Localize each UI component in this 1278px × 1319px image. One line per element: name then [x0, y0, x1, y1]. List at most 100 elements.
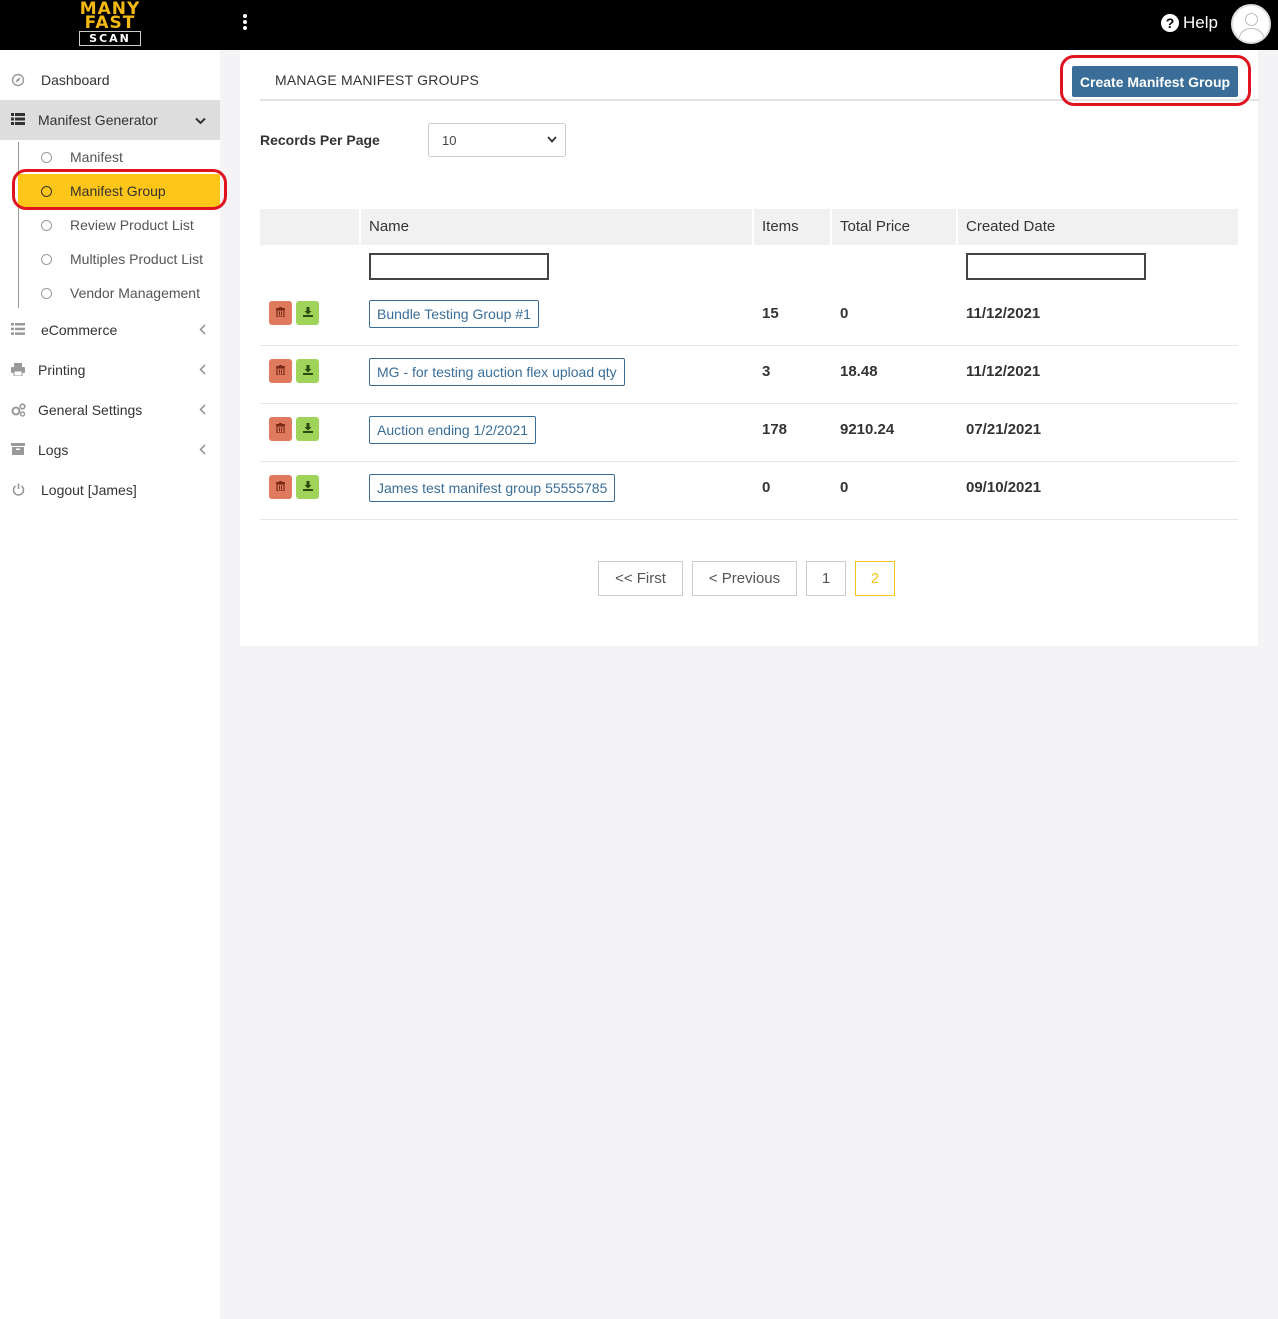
- sidebar-item-label: Printing: [38, 362, 86, 378]
- column-header-created-date[interactable]: Created Date: [966, 209, 1055, 245]
- sidebar-item-dashboard[interactable]: Dashboard: [0, 60, 220, 100]
- column-separator: [359, 209, 361, 245]
- power-icon: [11, 483, 25, 497]
- chevron-left-icon: [199, 402, 206, 418]
- sidebar-subitem-vendor-management[interactable]: Vendor Management: [20, 276, 220, 310]
- manifest-group-link[interactable]: Auction ending 1/2/2021: [369, 416, 537, 444]
- sidebar-item-manifest-generator[interactable]: Manifest Generator: [0, 100, 220, 140]
- sidebar-item-general-settings[interactable]: General Settings: [0, 390, 220, 430]
- divider: [260, 99, 1260, 101]
- sidebar-item-printing[interactable]: Printing: [0, 350, 220, 390]
- pagination-previous[interactable]: < Previous: [692, 561, 797, 596]
- records-per-page-select[interactable]: 10: [428, 123, 566, 157]
- total-price-cell: 18.48: [840, 363, 878, 380]
- delete-button[interactable]: [269, 301, 292, 325]
- chevron-left-icon: [199, 362, 206, 378]
- chevron-down-icon: [547, 134, 557, 146]
- download-button[interactable]: [296, 301, 319, 325]
- sidebar-subitem-label: Manifest: [70, 149, 123, 165]
- column-header-name[interactable]: Name: [369, 209, 409, 245]
- sidebar-subitem-label: Vendor Management: [70, 285, 200, 301]
- column-header-items[interactable]: Items: [762, 209, 799, 245]
- chevron-left-icon: [199, 442, 206, 458]
- download-button[interactable]: [296, 475, 319, 499]
- circle-icon: [41, 287, 52, 299]
- sidebar-item-label: Dashboard: [41, 72, 110, 88]
- sidebar-subitem-label: Manifest Group: [70, 183, 166, 199]
- total-price-cell: 0: [840, 479, 849, 496]
- help-label: Help: [1183, 13, 1218, 32]
- records-per-page-value: 10: [442, 132, 457, 148]
- sidebar-subitem-multiples-product-list[interactable]: Multiples Product List: [20, 242, 220, 276]
- delete-button[interactable]: [269, 475, 292, 499]
- sidebar: Dashboard Manifest Generator Manifest Ma…: [0, 50, 220, 1319]
- sidebar-item-logs[interactable]: Logs: [0, 430, 220, 470]
- avatar[interactable]: [1231, 4, 1271, 44]
- table-header: Name Items Total Price Created Date: [260, 209, 1238, 245]
- page-title: MANAGE MANIFEST GROUPS: [275, 72, 480, 88]
- table-row: Bundle Testing Group #1 15 0 11/12/2021: [260, 288, 1238, 346]
- logo-line-3: SCAN: [79, 31, 141, 46]
- app-logo[interactable]: MANY FAST SCAN: [76, 1, 144, 48]
- sidebar-subitem-review-product-list[interactable]: Review Product List: [20, 208, 220, 242]
- submenu-line: [18, 142, 19, 308]
- list-icon: [11, 323, 25, 337]
- delete-button[interactable]: [269, 417, 292, 441]
- created-date-cell: 11/12/2021: [966, 363, 1041, 380]
- items-cell: 0: [762, 479, 771, 496]
- total-price-cell: 0: [840, 305, 849, 322]
- name-filter-input[interactable]: [369, 253, 549, 280]
- pagination-page-2[interactable]: 2: [855, 561, 895, 596]
- sidebar-subitem-manifest-group[interactable]: Manifest Group: [18, 174, 220, 208]
- sidebar-item-label: Logs: [38, 442, 69, 458]
- printer-icon: [11, 363, 25, 377]
- trash-icon: [276, 362, 285, 380]
- chevron-left-icon: [199, 322, 206, 338]
- sidebar-item-label: Manifest Generator: [38, 112, 158, 128]
- sidebar-subitem-manifest[interactable]: Manifest: [20, 140, 220, 174]
- circle-icon: [41, 253, 52, 265]
- logo-line-2: FAST: [84, 13, 136, 33]
- column-header-total-price[interactable]: Total Price: [840, 209, 910, 245]
- delete-button[interactable]: [269, 359, 292, 383]
- table-row: Auction ending 1/2/2021 178 9210.24 07/2…: [260, 404, 1238, 462]
- download-icon: [302, 304, 313, 322]
- pagination-first[interactable]: << First: [598, 561, 683, 596]
- circle-icon: [41, 185, 52, 197]
- sidebar-item-logout[interactable]: Logout [James]: [0, 470, 220, 510]
- manifest-group-link[interactable]: MG - for testing auction flex upload qty: [369, 358, 625, 386]
- manifest-group-link[interactable]: James test manifest group 55555785: [369, 474, 616, 502]
- records-per-page-label: Records Per Page: [260, 132, 380, 148]
- trash-icon: [276, 420, 285, 438]
- gears-icon: [11, 403, 26, 417]
- sidebar-item-label: General Settings: [38, 402, 143, 418]
- help-link[interactable]: ? Help: [1161, 13, 1218, 33]
- table-row: MG - for testing auction flex upload qty…: [260, 346, 1238, 404]
- download-icon: [302, 420, 313, 438]
- sidebar-toggle-icon[interactable]: [239, 13, 251, 35]
- column-separator: [956, 209, 958, 245]
- pagination-page-1[interactable]: 1: [806, 561, 846, 596]
- question-circle-icon: ?: [1161, 14, 1179, 32]
- top-bar: MANY FAST SCAN ? Help: [0, 0, 1278, 50]
- archive-icon: [11, 443, 25, 457]
- sidebar-subitem-label: Multiples Product List: [70, 251, 204, 267]
- main-panel: MANAGE MANIFEST GROUPS Create Manifest G…: [240, 50, 1260, 646]
- download-button[interactable]: [296, 417, 319, 441]
- create-manifest-group-button[interactable]: Create Manifest Group: [1072, 66, 1238, 97]
- download-button[interactable]: [296, 359, 319, 383]
- items-cell: 3: [762, 363, 771, 380]
- download-icon: [302, 478, 313, 496]
- circle-icon: [41, 219, 52, 231]
- sidebar-item-label: Logout [James]: [41, 482, 137, 498]
- manifest-group-link[interactable]: Bundle Testing Group #1: [369, 300, 539, 328]
- table-row: James test manifest group 55555785 0 0 0…: [260, 462, 1238, 520]
- chevron-down-icon: [195, 112, 206, 128]
- sidebar-item-ecommerce[interactable]: eCommerce: [0, 310, 220, 350]
- circle-icon: [41, 151, 52, 163]
- trash-icon: [276, 304, 285, 322]
- items-cell: 178: [762, 421, 788, 438]
- created-date-filter-input[interactable]: [966, 253, 1146, 280]
- column-separator: [752, 209, 754, 245]
- compass-icon: [11, 73, 25, 87]
